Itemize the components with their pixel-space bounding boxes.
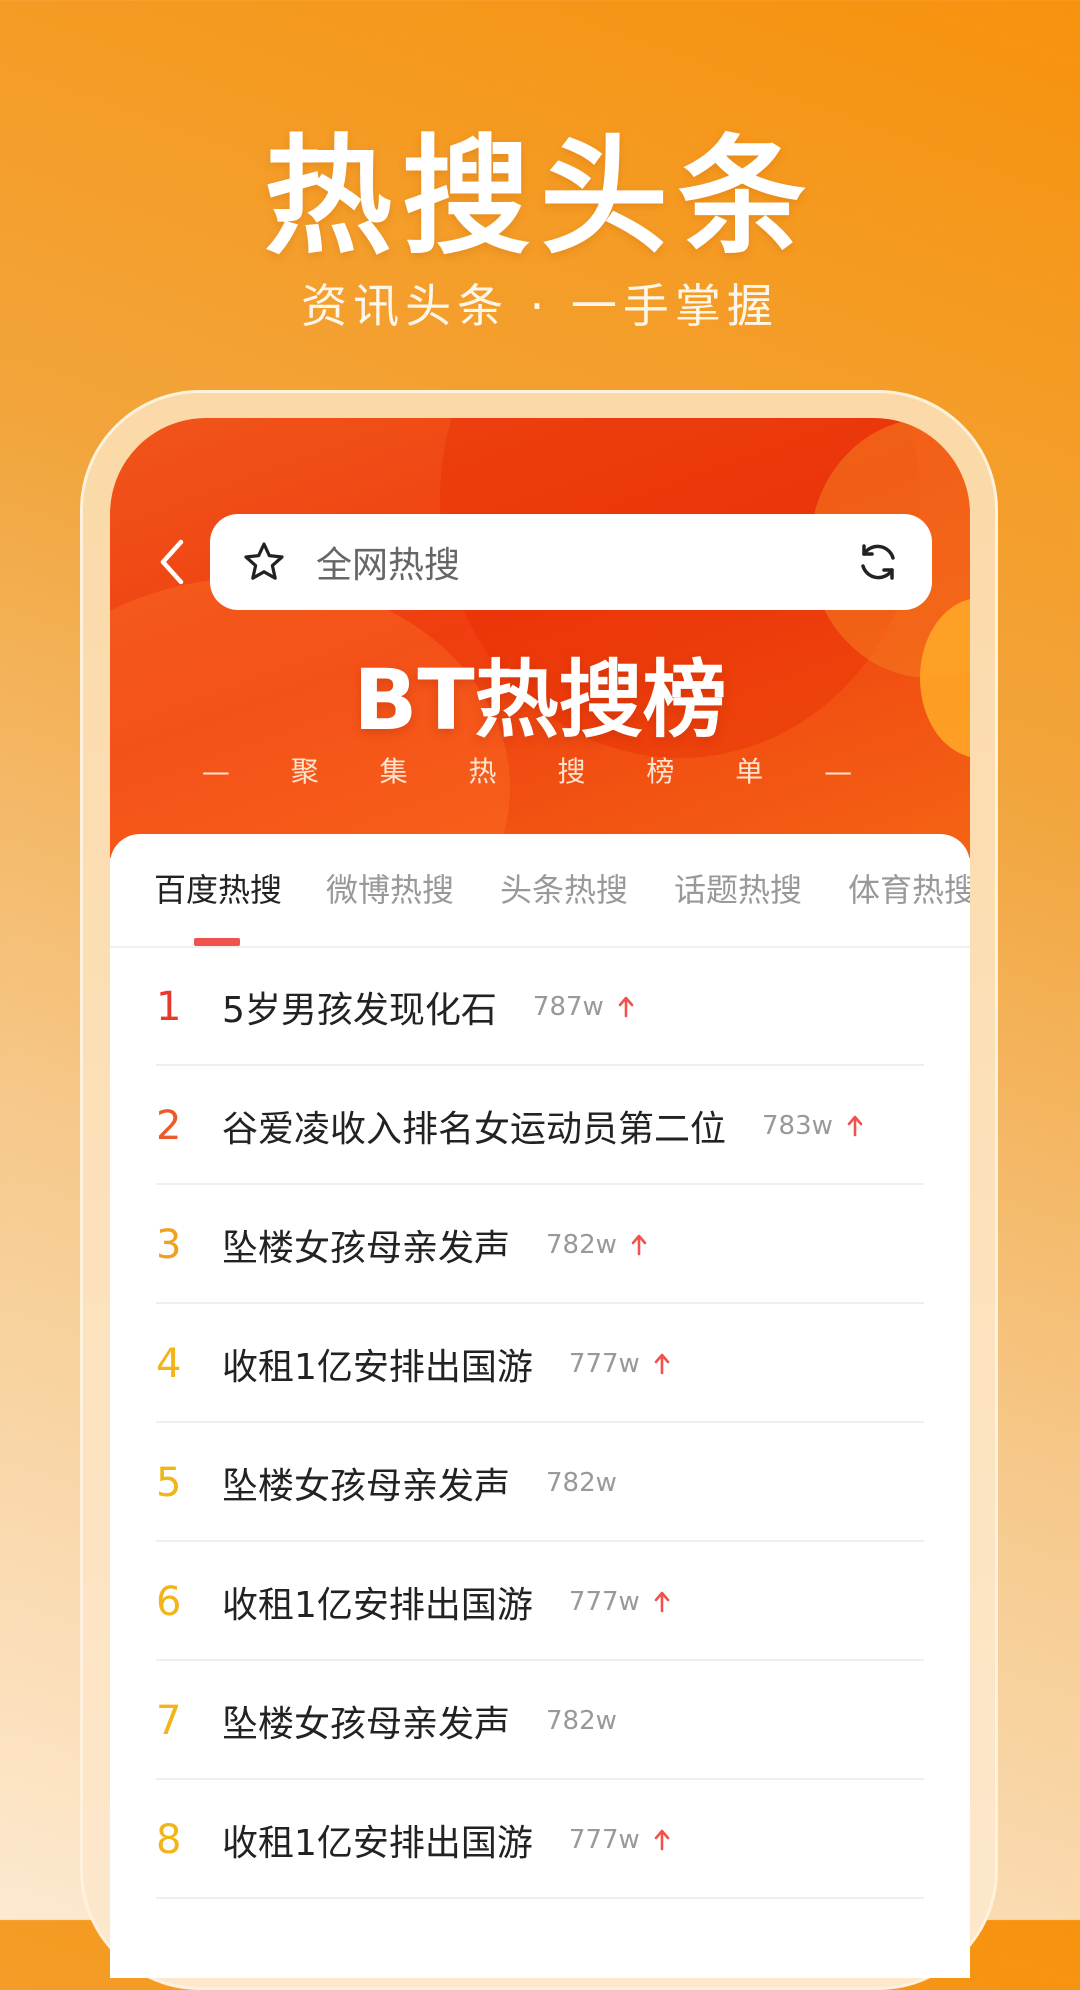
- back-button[interactable]: [144, 534, 200, 590]
- list-item-title[interactable]: 收租1亿安排出国游: [222, 1814, 533, 1866]
- star-icon: [244, 542, 284, 580]
- list-item[interactable]: 4 收租1亿安排出国游 777w: [156, 1305, 924, 1423]
- promo-title: 热搜头条: [263, 123, 816, 272]
- list-item-content: 5岁男孩发现化石 787w: [222, 982, 638, 1032]
- list-item-content: 坠楼女孩母亲发声 782w: [222, 1458, 617, 1508]
- active-tab-indicator: [194, 938, 240, 946]
- heat-count: 777w: [568, 1587, 640, 1617]
- list-item[interactable]: 2 谷爱凌收入排名女运动员第二位 783w: [156, 1067, 924, 1185]
- chevron-left-icon: [160, 539, 184, 585]
- brand-title: BT热搜榜: [353, 651, 727, 749]
- arrow-up-icon: [654, 1827, 674, 1853]
- list-item-content: 收租1亿安排出国游 777w: [222, 1339, 674, 1389]
- list-item-content: 谷爱凌收入排名女运动员第二位 783w: [222, 1101, 867, 1151]
- heat-count: 782w: [546, 1230, 617, 1260]
- brand-subtitle: — 聚 集 热 搜 榜 单 —: [201, 755, 879, 788]
- arrow-up-icon: [654, 1351, 674, 1377]
- tab-baidu[interactable]: 百度热搜: [154, 868, 282, 912]
- arrow-up-icon: [618, 994, 638, 1020]
- tab-weibo[interactable]: 微博热搜: [326, 868, 454, 912]
- arrow-up-icon: [654, 1589, 674, 1615]
- list-item[interactable]: 1 5岁男孩发现化石 787w: [156, 948, 924, 1066]
- rank-number: 8: [156, 1817, 182, 1863]
- list-item-content: 收租1亿安排出国游 777w: [222, 1577, 674, 1627]
- tab-toutiao[interactable]: 头条热搜: [500, 868, 628, 912]
- list-item-content: 坠楼女孩母亲发声 782w: [222, 1696, 617, 1746]
- heat-count: 777w: [568, 1349, 640, 1379]
- search-input[interactable]: 全网热搜: [316, 536, 852, 588]
- list-item[interactable]: 7 坠楼女孩母亲发声 782w: [156, 1662, 924, 1780]
- list-item[interactable]: 8 收租1亿安排出国游 777w: [156, 1781, 924, 1899]
- rank-number: 4: [156, 1341, 182, 1387]
- hero-banner: 全网热搜 BT热搜榜 — 聚 集 热 搜 榜 单 —: [110, 418, 970, 858]
- list-item-title[interactable]: 收租1亿安排出国游: [222, 1338, 533, 1390]
- rank-number: 1: [156, 984, 182, 1030]
- list-item[interactable]: 5 坠楼女孩母亲发声 782w: [156, 1424, 924, 1542]
- arrow-up-icon: [631, 1232, 651, 1258]
- list-item-title[interactable]: 坠楼女孩母亲发声: [222, 1457, 510, 1509]
- heat-count: 787w: [532, 992, 604, 1022]
- rank-number: 7: [156, 1698, 182, 1744]
- list-item-title[interactable]: 收租1亿安排出国游: [222, 1576, 533, 1628]
- hot-list-card: 百度热搜 微博热搜 头条热搜 话题热搜 体育热搜 1 5岁男孩发现化石 787w 2 谷…: [110, 834, 970, 1978]
- list-item-title[interactable]: 谷爱凌收入排名女运动员第二位: [222, 1100, 726, 1152]
- arrow-up-icon: [847, 1113, 867, 1139]
- rank-number: 5: [156, 1460, 182, 1506]
- tab-sports[interactable]: 体育热搜: [848, 868, 970, 912]
- favorite-button[interactable]: [242, 540, 286, 584]
- rank-number: 3: [156, 1222, 182, 1268]
- heat-count: 783w: [762, 1111, 833, 1141]
- list-item-title[interactable]: 5岁男孩发现化石: [222, 981, 497, 1033]
- list-item[interactable]: 3 坠楼女孩母亲发声 782w: [156, 1186, 924, 1304]
- list-item-title[interactable]: 坠楼女孩母亲发声: [222, 1219, 510, 1271]
- list-item[interactable]: 6 收租1亿安排出国游 777w: [156, 1543, 924, 1661]
- refresh-button[interactable]: [852, 536, 904, 588]
- search-bar[interactable]: 全网热搜: [210, 514, 932, 610]
- heat-count: 782w: [546, 1706, 617, 1736]
- list-item-title[interactable]: 坠楼女孩母亲发声: [222, 1695, 510, 1747]
- list-item-content: 收租1亿安排出国游 777w: [222, 1815, 674, 1865]
- promo-subtitle: 资讯头条 · 一手掌握: [301, 279, 779, 333]
- tab-topic[interactable]: 话题热搜: [674, 868, 802, 912]
- rank-number: 2: [156, 1103, 182, 1149]
- phone-screen: 全网热搜 BT热搜榜 — 聚 集 热 搜 榜 单 — 百度热搜 微博热搜 头条热…: [110, 418, 970, 1978]
- refresh-icon: [861, 544, 895, 580]
- heat-count: 782w: [546, 1468, 617, 1498]
- list-item-content: 坠楼女孩母亲发声 782w: [222, 1220, 651, 1270]
- tab-bar: 百度热搜 微博热搜 头条热搜 话题热搜 体育热搜: [110, 834, 970, 948]
- rank-number: 6: [156, 1579, 182, 1625]
- heat-count: 777w: [568, 1825, 640, 1855]
